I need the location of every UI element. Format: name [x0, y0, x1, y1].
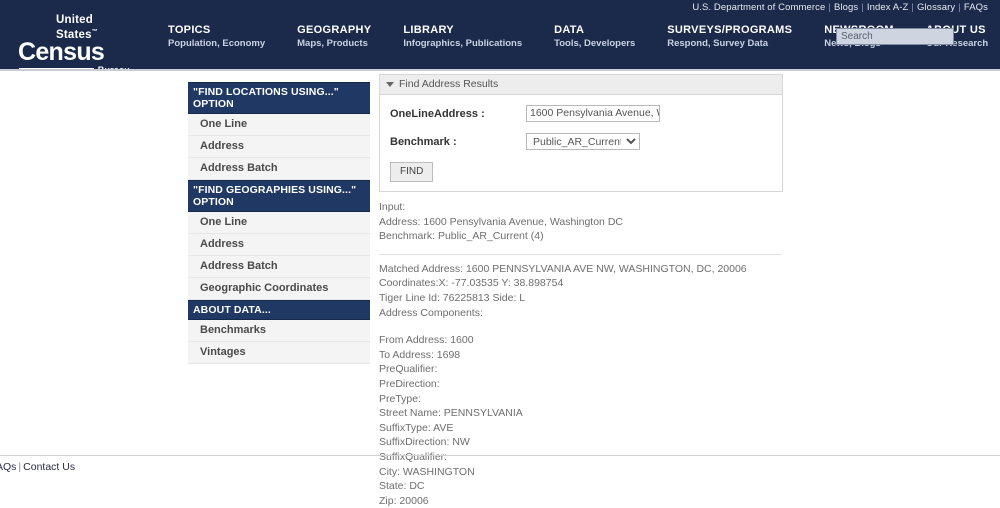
sidebar-heading-find-locations: "FIND LOCATIONS USING..." OPTION	[188, 82, 370, 114]
results-components-heading: Address Components:	[379, 306, 483, 319]
nav-title: DATA	[554, 24, 585, 36]
component-state: State: DC	[379, 480, 425, 493]
logo-top-text: United States	[56, 14, 93, 41]
results-input-benchmark: Benchmark: Public_AR_Current (4)	[379, 230, 544, 243]
utility-link-faqs[interactable]: FAQs	[964, 2, 988, 13]
sidebar-navigation: "FIND LOCATIONS USING..." OPTION One Lin…	[188, 82, 370, 364]
utility-link-index-az[interactable]: Index A-Z	[867, 2, 909, 13]
utility-divider: |	[828, 2, 831, 13]
nav-title: TOPICS	[168, 24, 211, 36]
main-content: Find Address Results OneLineAddress : 16…	[379, 74, 783, 508]
find-button[interactable]: FIND	[390, 162, 434, 182]
panel-title: Find Address Results	[399, 78, 499, 90]
census-bureau-logo[interactable]: United States™ Census Bureau	[18, 14, 130, 75]
sidebar-item-geographies-address-batch[interactable]: Address Batch	[188, 256, 370, 278]
sidebar-item-benchmarks[interactable]: Benchmarks	[188, 320, 370, 342]
sidebar-item-locations-address[interactable]: Address	[188, 136, 370, 158]
one-line-address-input[interactable]: 1600 Pensylvania Avenue, Washington DC	[526, 105, 660, 122]
sidebar-item-geographic-coordinates[interactable]: Geographic Coordinates	[188, 278, 370, 300]
results-matched-address: Matched Address: 1600 PENNSYLVANIA AVE N…	[379, 262, 747, 275]
search-input[interactable]	[836, 28, 954, 45]
results-spacer	[379, 320, 783, 333]
nav-title: LIBRARY	[403, 24, 454, 36]
footer-link-contact-us[interactable]: Contact Us	[23, 461, 75, 473]
nav-subtitle: Tools, Developers	[554, 38, 636, 49]
site-header: U.S. Department of Commerce | Blogs | Index …	[0, 0, 1000, 75]
component-suffix-direction: SuffixDirection: NW	[379, 436, 470, 449]
nav-subtitle: Maps, Products	[297, 38, 368, 49]
nav-title: GEOGRAPHY	[297, 24, 372, 36]
utility-divider: |	[958, 2, 961, 13]
footer-link-bar: AQs|Contact Us	[0, 461, 75, 473]
sidebar-item-locations-one-line[interactable]: One Line	[188, 114, 370, 136]
site-footer: AQs|Contact Us	[0, 455, 1000, 478]
results-tiger-line: Tiger Line Id: 76225813 Side: L	[379, 291, 526, 304]
footer-link-faqs[interactable]: AQs	[0, 461, 16, 473]
nav-subtitle: Respond, Survey Data	[667, 38, 769, 49]
nav-item-surveys-programs[interactable]: SURVEYS/PROGRAMS Respond, Survey Data	[667, 24, 792, 50]
results-input-heading: Input:	[379, 201, 406, 213]
benchmark-row: Benchmark : Public_AR_Current	[380, 133, 782, 150]
component-prequalifier: PreQualifier:	[379, 363, 438, 376]
component-suffix-type: SuffixType: AVE	[379, 421, 454, 434]
nav-item-data[interactable]: DATA Tools, Developers	[554, 24, 635, 50]
results-input-address: Address: 1600 Pensylvania Avenue, Washin…	[379, 215, 623, 228]
benchmark-label: Benchmark :	[390, 135, 457, 148]
component-predirection: PreDirection:	[379, 377, 440, 390]
component-from-address: From Address: 1600	[379, 334, 474, 347]
results-coordinates: Coordinates:X: -77.03535 Y: 38.898754	[379, 277, 564, 290]
component-pretype: PreType:	[379, 392, 422, 405]
nav-subtitle: Population, Economy	[168, 38, 266, 49]
page-body: "FIND LOCATIONS USING..." OPTION One Lin…	[0, 71, 1000, 507]
component-to-address: To Address: 1698	[379, 348, 461, 361]
panel-body: OneLineAddress : 1600 Pensylvania Avenue…	[380, 95, 782, 191]
nav-item-topics[interactable]: TOPICS Population, Economy	[168, 24, 265, 50]
logo-main-text: Census	[18, 37, 105, 66]
utility-divider: |	[911, 2, 914, 13]
nav-item-library[interactable]: LIBRARY Infographics, Publications	[403, 24, 522, 50]
sidebar-heading-find-geographies: "FIND GEOGRAPHIES USING..." OPTION	[188, 180, 370, 212]
nav-title: SURVEYS/PROGRAMS	[667, 24, 793, 36]
panel-header[interactable]: Find Address Results	[380, 75, 782, 95]
component-street-name: Street Name: PENNSYLVANIA	[379, 407, 523, 420]
utility-link-glossary[interactable]: Glossary	[917, 2, 955, 13]
utility-link-commerce[interactable]: U.S. Department of Commerce	[692, 2, 825, 13]
trademark-icon: ™	[91, 29, 98, 35]
sidebar-item-geographies-address[interactable]: Address	[188, 234, 370, 256]
utility-link-bar: U.S. Department of Commerce | Blogs | Index …	[692, 2, 988, 13]
chevron-down-icon[interactable]	[386, 82, 394, 87]
logo-top-line: United States™	[56, 14, 130, 41]
sidebar-item-locations-address-batch[interactable]: Address Batch	[188, 158, 370, 180]
sidebar-heading-about-data: ABOUT DATA...	[188, 300, 370, 320]
utility-link-blogs[interactable]: Blogs	[834, 2, 858, 13]
one-line-address-row: OneLineAddress : 1600 Pensylvania Avenue…	[380, 105, 782, 122]
nav-subtitle: Infographics, Publications	[403, 38, 523, 49]
sidebar-item-vintages[interactable]: Vintages	[188, 342, 370, 364]
find-address-results-panel: Find Address Results OneLineAddress : 16…	[379, 74, 783, 192]
sidebar-item-geographies-one-line[interactable]: One Line	[188, 212, 370, 234]
benchmark-select[interactable]: Public_AR_Current	[526, 133, 640, 150]
nav-item-geography[interactable]: GEOGRAPHY Maps, Products	[297, 24, 371, 50]
one-line-address-label: OneLineAddress :	[390, 107, 485, 120]
results-divider	[379, 253, 782, 255]
utility-divider: |	[861, 2, 864, 13]
